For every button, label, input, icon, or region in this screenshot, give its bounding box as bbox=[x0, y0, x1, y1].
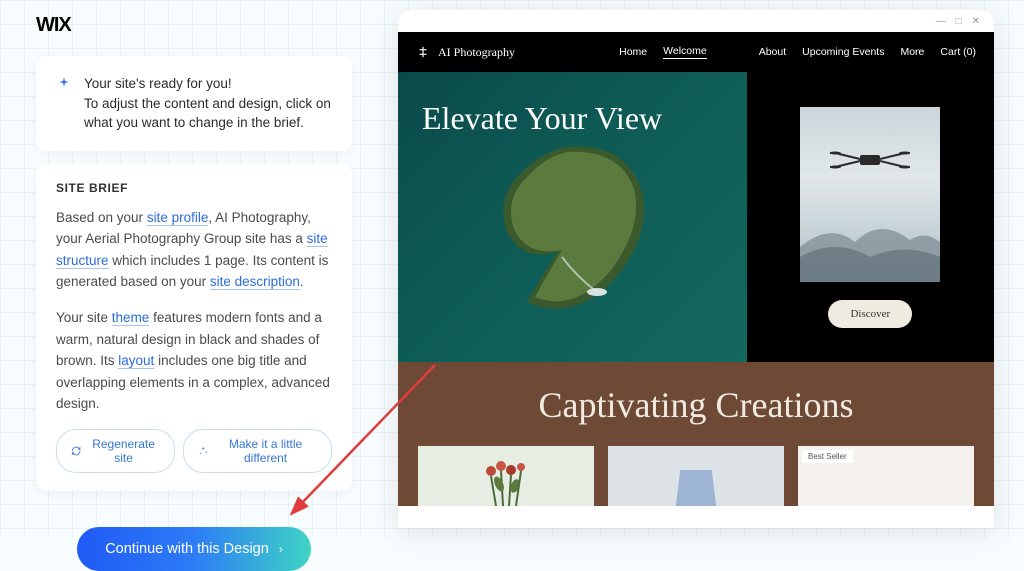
product-card[interactable]: Best Seller bbox=[798, 446, 974, 506]
nav-welcome[interactable]: Welcome bbox=[663, 45, 707, 59]
product-card[interactable] bbox=[418, 446, 594, 506]
maximize-icon[interactable]: □ bbox=[956, 16, 962, 27]
regenerate-button[interactable]: Regenerate site bbox=[56, 429, 175, 473]
nav-about[interactable]: About bbox=[759, 46, 786, 58]
minimize-icon[interactable]: — bbox=[936, 16, 946, 27]
layout-link[interactable]: layout bbox=[118, 353, 154, 369]
best-seller-badge: Best Seller bbox=[802, 450, 853, 463]
site-preview-window: — □ ✕ AI Photography Home Welcome About … bbox=[398, 10, 994, 528]
ready-message: Your site's ready for you! To adjust the… bbox=[84, 74, 332, 133]
brief-card: SITE BRIEF Based on your site profile, A… bbox=[36, 163, 352, 491]
site-description-link[interactable]: site description bbox=[210, 274, 300, 290]
product-card[interactable] bbox=[608, 446, 784, 506]
nav-cart[interactable]: Cart (0) bbox=[940, 46, 976, 58]
ready-card: Your site's ready for you! To adjust the… bbox=[36, 56, 352, 151]
island-image bbox=[467, 127, 677, 327]
preview-nav-links: Home Welcome About Upcoming Events More … bbox=[619, 45, 976, 59]
creations-section: Captivating Creations Best Seller bbox=[398, 362, 994, 506]
discover-button[interactable]: Discover bbox=[828, 300, 912, 328]
action-pills: Regenerate site Make it a little differe… bbox=[56, 429, 332, 473]
close-icon[interactable]: ✕ bbox=[972, 16, 980, 27]
wix-logo: WIX bbox=[36, 14, 71, 37]
drone-image bbox=[800, 107, 940, 282]
brief-title: SITE BRIEF bbox=[56, 181, 332, 195]
brief-paragraph-2: Your site theme features modern fonts an… bbox=[56, 307, 332, 415]
side-panel: Your site's ready for you! To adjust the… bbox=[36, 56, 352, 571]
nav-more[interactable]: More bbox=[900, 46, 924, 58]
make-different-button[interactable]: Make it a little different bbox=[183, 429, 332, 473]
flowers-image bbox=[471, 456, 541, 506]
window-controls: — □ ✕ bbox=[398, 10, 994, 32]
bag-image bbox=[674, 461, 719, 506]
hero-left: Elevate Your View bbox=[398, 72, 747, 362]
hero-right: Discover bbox=[747, 72, 994, 362]
theme-link[interactable]: theme bbox=[112, 310, 150, 326]
sparkle-icon bbox=[56, 76, 72, 97]
hero-section: Elevate Your View Discover bbox=[398, 72, 994, 362]
nav-events[interactable]: Upcoming Events bbox=[802, 46, 884, 58]
preview-topnav: AI Photography Home Welcome About Upcomi… bbox=[398, 32, 994, 72]
chevron-right-icon: › bbox=[279, 542, 283, 556]
brand-icon bbox=[416, 45, 430, 59]
creations-title: Captivating Creations bbox=[418, 384, 974, 426]
continue-button[interactable]: Continue with this Design › bbox=[77, 527, 311, 571]
nav-home[interactable]: Home bbox=[619, 46, 647, 58]
brief-paragraph-1: Based on your site profile, AI Photograp… bbox=[56, 207, 332, 293]
site-profile-link[interactable]: site profile bbox=[147, 210, 209, 226]
preview-brand[interactable]: AI Photography bbox=[416, 45, 515, 60]
products-row: Best Seller bbox=[418, 446, 974, 506]
